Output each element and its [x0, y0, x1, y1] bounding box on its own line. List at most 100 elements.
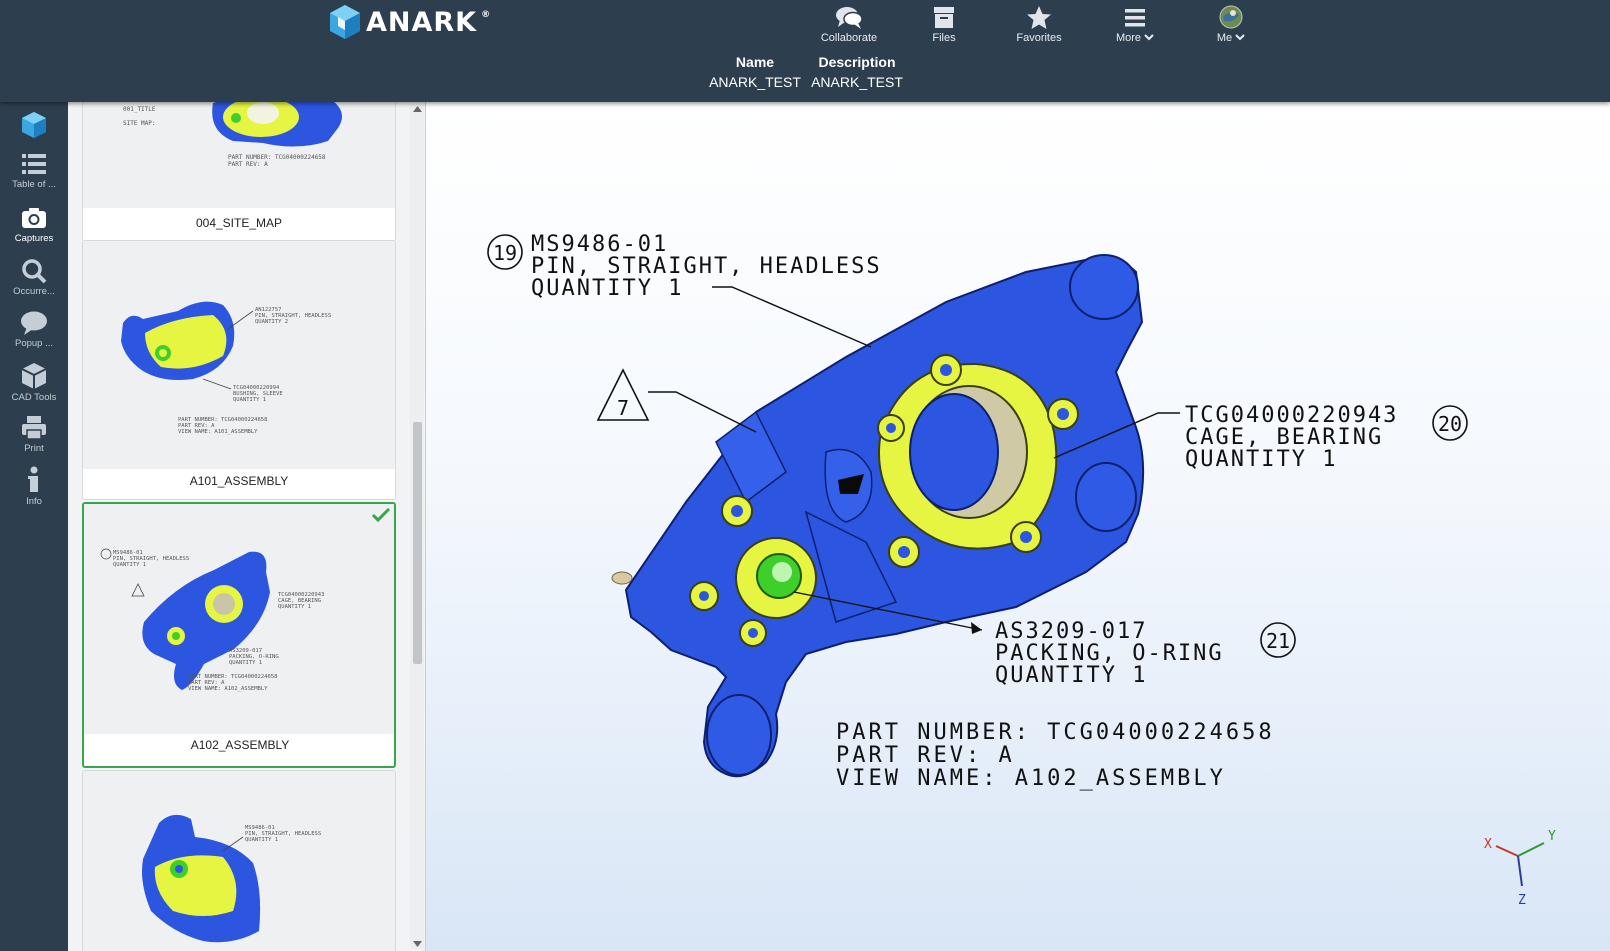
rail-info[interactable]: Info	[0, 465, 68, 507]
chevron-down-icon	[1235, 34, 1245, 41]
star-icon	[1027, 6, 1051, 29]
list-icon	[22, 154, 46, 174]
chat-bubbles-icon	[836, 7, 863, 29]
archive-box-icon	[934, 7, 954, 28]
rail-occurrences-label: Occurre...	[13, 286, 55, 297]
capture-label: 004_SITE_MAP	[195, 216, 283, 230]
scrollbar-thumb[interactable]	[413, 422, 422, 664]
site-part-number-text: PART NUMBER: TCG04000224658	[228, 154, 326, 161]
callout-21-line3: QUANTITY 1	[995, 663, 1147, 688]
a102-callout3c-text: QUANTITY 1	[229, 660, 262, 666]
assembly-model-render[interactable]: 19 MS9486-01 PIN, STRAIGHT, HEADLESS QUA…	[426, 102, 1610, 951]
doc-name-value: ANARK_TEST	[709, 74, 801, 90]
anark-logo[interactable]: ANARK ®	[328, 4, 491, 40]
part-rev-note: PART REV: A	[836, 743, 1015, 768]
capture-card[interactable]: 001_TITLE SITE MAP: PART NUMBER: TCG0400…	[82, 102, 396, 242]
scroll-up-arrow-icon[interactable]	[413, 106, 422, 112]
axis-y-label: Y	[1548, 829, 1556, 844]
callout-21-balloon: 21	[1266, 629, 1290, 653]
doc-description-value: ANARK_TEST	[811, 74, 903, 90]
a101-view-name-text: VIEW NAME: A101_ASSEMBLY	[178, 429, 258, 435]
top-bar: ANARK® Collaborate Files Favorites More	[0, 0, 1610, 102]
doc-description-header: Description	[818, 54, 896, 70]
a102-view-name-text: VIEW NAME: A102_ASSEMBLY	[188, 686, 268, 692]
a102-callout2c-text: QUANTITY 1	[278, 604, 311, 610]
nav-me[interactable]: Me	[1183, 4, 1279, 44]
axis-x-label: X	[1484, 837, 1492, 852]
info-icon	[28, 466, 38, 492]
rail-captures-label: Captures	[14, 233, 54, 244]
captures-panel: 001_TITLE SITE MAP: PART NUMBER: TCG0400…	[68, 102, 426, 951]
capture-thumbnail: AN122757 PIN, STRAIGHT, HEADLESS QUANTIT…	[83, 241, 395, 469]
camera-icon	[22, 208, 46, 228]
a101-callout1c-text: QUANTITY 2	[255, 319, 288, 325]
speech-bubble-icon	[21, 311, 47, 335]
user-avatar-icon	[1219, 5, 1243, 29]
logo-text: ANARK	[366, 6, 478, 38]
nav-files-label: Files	[932, 32, 956, 44]
capture-label: A101_ASSEMBLY	[189, 474, 289, 488]
callout-20-balloon: 20	[1438, 412, 1462, 436]
rail-print[interactable]: Print	[0, 414, 68, 454]
nav-me-label: Me	[1216, 32, 1233, 44]
hamburger-menu-icon	[1125, 9, 1145, 27]
nav-collaborate-label: Collaborate	[820, 32, 878, 44]
housing-part[interactable]	[611, 254, 1145, 778]
rail-print-label: Print	[24, 443, 44, 454]
t4-callout1c-text: QUANTITY 1	[245, 837, 278, 843]
flag-note-7[interactable]: 7	[596, 368, 757, 433]
rail-captures[interactable]: Captures	[0, 204, 68, 244]
rail-occurrences[interactable]: Occurre...	[0, 257, 68, 297]
flag-7-label: 7	[617, 396, 629, 420]
doc-description: Description ANARK_TEST	[807, 54, 907, 90]
nav-more-label: More	[1115, 32, 1141, 44]
anark-cube-icon	[330, 5, 360, 39]
left-tool-rail: Table of ... Captures Occurre... Popup .…	[0, 102, 68, 951]
capture-thumbnail: 001_TITLE SITE MAP: PART NUMBER: TCG0400…	[83, 102, 395, 208]
capture-card[interactable]: AN122757 PIN, STRAIGHT, HEADLESS QUANTIT…	[82, 240, 396, 500]
rail-cad-tools-label: CAD Tools	[11, 392, 57, 403]
rail-popup[interactable]: Popup ...	[0, 309, 68, 349]
capture-thumbnail: MS9486-01 PIN, STRAIGHT, HEADLESS QUANTI…	[84, 504, 394, 734]
nav-more[interactable]: More	[1087, 4, 1183, 44]
rail-cad-tools[interactable]: CAD Tools	[0, 361, 68, 403]
part-number-note: PART NUMBER: TCG04000224658	[836, 720, 1275, 745]
nav-favorites[interactable]: Favorites	[991, 4, 1087, 44]
3d-viewer[interactable]: 19 MS9486-01 PIN, STRAIGHT, HEADLESS QUA…	[426, 102, 1610, 951]
callout-20-line3: QUANTITY 1	[1185, 447, 1337, 472]
captures-scrollbar[interactable]	[410, 104, 424, 949]
site-part-rev-text: PART REV: A	[228, 161, 268, 168]
nav-favorites-label: Favorites	[1016, 32, 1062, 44]
site-title-text: 001_TITLE	[123, 106, 156, 113]
cube-logo-icon	[22, 112, 46, 138]
chevron-down-icon	[1144, 34, 1154, 41]
rail-home-cube[interactable]	[0, 110, 68, 141]
rail-table-of-contents-label: Table of ...	[12, 179, 56, 190]
checkmark-icon	[371, 507, 391, 523]
a102-thumbnail-drawing: MS9486-01 PIN, STRAIGHT, HEADLESS QUANTI…	[100, 548, 324, 692]
capture-thumbnail: MS9486-01 PIN, STRAIGHT, HEADLESS QUANTI…	[83, 771, 395, 951]
capture-4-thumbnail-drawing: MS9486-01 PIN, STRAIGHT, HEADLESS QUANTI…	[142, 814, 321, 943]
a101-callout2c-text: QUANTITY 1	[233, 397, 266, 403]
callout-19[interactable]: 19 MS9486-01 PIN, STRAIGHT, HEADLESS QUA…	[487, 232, 882, 348]
view-name-note: VIEW NAME: A102_ASSEMBLY	[836, 766, 1226, 791]
axis-triad: X Y Z	[1484, 829, 1556, 908]
scroll-down-arrow-icon[interactable]	[413, 941, 422, 947]
site-map-thumbnail-drawing: 001_TITLE SITE MAP: PART NUMBER: TCG0400…	[123, 102, 342, 168]
nav-collaborate[interactable]: Collaborate	[801, 4, 897, 44]
part-notes: PART NUMBER: TCG04000224658 PART REV: A …	[836, 720, 1275, 791]
rail-popup-label: Popup ...	[14, 338, 54, 349]
rail-table-of-contents[interactable]: Table of ...	[0, 150, 68, 190]
callout-19-line3: QUANTITY 1	[531, 276, 683, 301]
nav-files[interactable]: Files	[896, 4, 992, 44]
search-icon	[22, 259, 47, 284]
site-map-text: SITE MAP:	[123, 120, 156, 127]
capture-card[interactable]: MS9486-01 PIN, STRAIGHT, HEADLESS QUANTI…	[82, 770, 396, 951]
capture-card-selected[interactable]: MS9486-01 PIN, STRAIGHT, HEADLESS QUANTI…	[82, 502, 396, 768]
axis-z-label: Z	[1518, 893, 1526, 908]
capture-label: A102_ASSEMBLY	[190, 738, 290, 752]
printer-icon	[22, 416, 46, 440]
callout-19-balloon: 19	[493, 241, 517, 265]
a101-thumbnail-drawing: AN122757 PIN, STRAIGHT, HEADLESS QUANTIT…	[121, 301, 331, 435]
registered-mark: ®	[481, 10, 492, 20]
